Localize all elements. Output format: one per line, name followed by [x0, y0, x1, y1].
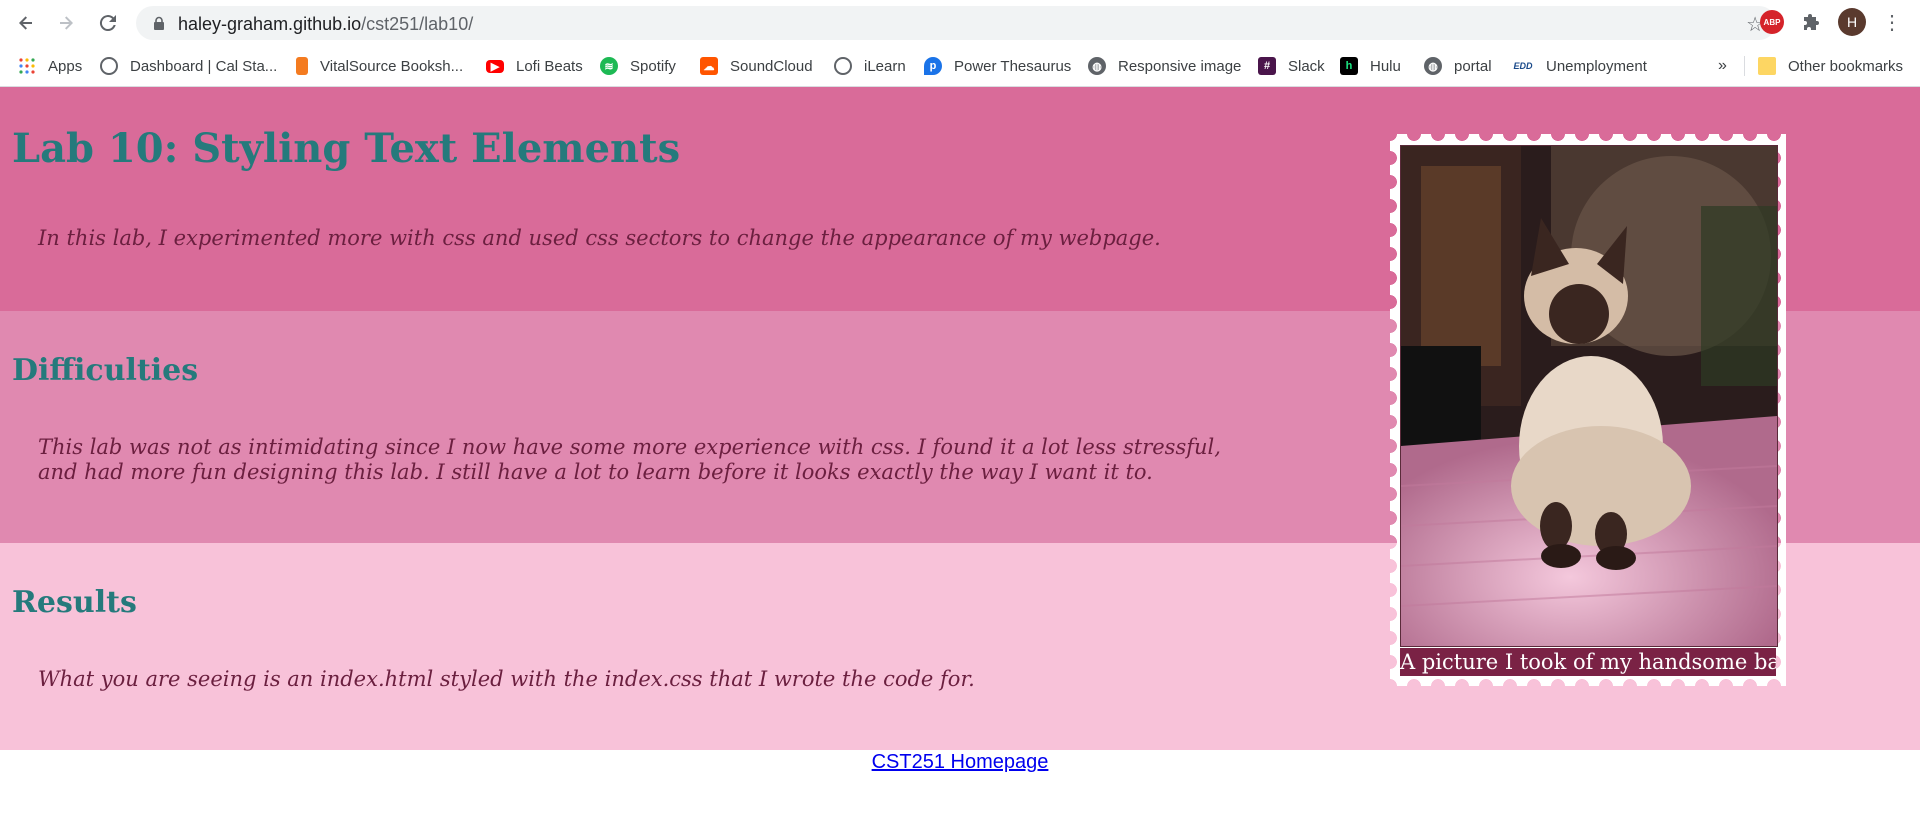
- url-text[interactable]: haley-graham.github.io/cst251/lab10/: [178, 14, 473, 35]
- difficulties-paragraph-line1: This lab was not as intimidating since I…: [38, 435, 1221, 459]
- other-bookmarks-folder[interactable]: Other bookmarks: [1758, 54, 1903, 78]
- bookmark-label: Slack: [1288, 57, 1325, 75]
- globe-icon: ◍: [1088, 57, 1106, 75]
- globe-icon: ◍: [1424, 57, 1442, 75]
- cat-photo: [1400, 145, 1778, 647]
- footer: CST251 Homepage: [0, 751, 1920, 774]
- canvas-icon: [100, 57, 118, 75]
- bookmark-power-thesaurus[interactable]: p Power Thesaurus: [924, 54, 1071, 78]
- vitalsource-icon: [296, 57, 308, 75]
- photo-caption: A picture I took of my handsome baby: [1400, 648, 1776, 676]
- bookmarks-overflow-button[interactable]: »: [1718, 54, 1727, 78]
- bookmark-lofi-beats[interactable]: ▶ Lofi Beats: [486, 54, 583, 78]
- bookmark-label: SoundCloud: [730, 57, 813, 75]
- bookmark-ilearn[interactable]: iLearn: [834, 54, 906, 78]
- browser-menu-icon[interactable]: ⋮: [1880, 10, 1904, 34]
- extensions-puzzle-icon[interactable]: [1800, 10, 1824, 34]
- hulu-icon: h: [1340, 57, 1358, 75]
- back-arrow-icon[interactable]: [14, 11, 38, 35]
- bookmark-apps[interactable]: Apps: [18, 54, 82, 78]
- bookmarks-divider: [1744, 56, 1745, 76]
- bookmark-dashboard[interactable]: Dashboard | Cal Sta...: [100, 54, 277, 78]
- spotify-icon: ≋: [600, 57, 618, 75]
- address-bar[interactable]: haley-graham.github.io/cst251/lab10/ ☆: [136, 6, 1776, 40]
- forward-arrow-icon[interactable]: [54, 11, 78, 35]
- browser-toolbar: haley-graham.github.io/cst251/lab10/ ☆ A…: [0, 0, 1920, 46]
- bookmark-label: Power Thesaurus: [954, 57, 1072, 75]
- results-paragraph: What you are seeing is an index.html sty…: [38, 667, 975, 691]
- power-thesaurus-icon: p: [924, 57, 942, 75]
- other-bookmarks-label: Other bookmarks: [1788, 57, 1904, 75]
- bookmarks-bar: Apps Dashboard | Cal Sta... VitalSource …: [0, 46, 1920, 87]
- reload-icon[interactable]: [96, 11, 120, 35]
- intro-paragraph: In this lab, I experimented more with cs…: [38, 226, 1161, 250]
- edd-icon: EDD: [1512, 57, 1534, 75]
- bookmark-slack[interactable]: # Slack: [1258, 54, 1325, 78]
- bookmark-label: Hulu: [1370, 57, 1401, 75]
- cst251-homepage-link[interactable]: CST251 Homepage: [872, 751, 1049, 773]
- difficulties-heading: Difficulties: [12, 353, 199, 388]
- bookmark-label: VitalSource Booksh...: [320, 57, 464, 75]
- bookmark-label: Responsive image: [1118, 57, 1242, 75]
- bookmark-hulu[interactable]: h Hulu: [1340, 54, 1401, 78]
- slack-icon: #: [1258, 57, 1276, 75]
- bookmark-label: portal: [1454, 57, 1492, 75]
- difficulties-paragraph-line2: and had more fun designing this lab. I s…: [38, 460, 1153, 484]
- adblock-plus-icon[interactable]: ABP: [1760, 10, 1784, 34]
- bookmark-label: Spotify: [630, 57, 676, 75]
- bookmark-spotify[interactable]: ≋ Spotify: [600, 54, 676, 78]
- bookmark-unemployment[interactable]: EDD Unemployment: [1512, 54, 1647, 78]
- bookmark-label: Apps: [48, 57, 83, 75]
- page-title: Lab 10: Styling Text Elements: [12, 125, 681, 172]
- bookmark-vitalsource[interactable]: VitalSource Booksh...: [296, 54, 463, 78]
- apps-grid-icon: [18, 57, 36, 75]
- results-heading: Results: [12, 585, 137, 620]
- folder-icon: [1758, 57, 1776, 75]
- bookmark-portal[interactable]: ◍ portal: [1424, 54, 1492, 78]
- profile-avatar[interactable]: H: [1838, 8, 1866, 36]
- youtube-icon: ▶: [486, 59, 504, 73]
- bookmark-label: Unemployment: [1546, 57, 1647, 75]
- lock-icon[interactable]: [152, 16, 166, 30]
- page-content: Lab 10: Styling Text Elements In this la…: [0, 87, 1920, 817]
- bookmark-label: Lofi Beats: [516, 57, 583, 75]
- bookmark-responsive-image[interactable]: ◍ Responsive image: [1088, 54, 1241, 78]
- ilearn-icon: [834, 57, 852, 75]
- soundcloud-icon: ☁: [700, 57, 718, 75]
- bookmark-soundcloud[interactable]: ☁ SoundCloud: [700, 54, 813, 78]
- bookmark-label: iLearn: [864, 57, 906, 75]
- bookmark-label: Dashboard | Cal Sta...: [130, 57, 278, 75]
